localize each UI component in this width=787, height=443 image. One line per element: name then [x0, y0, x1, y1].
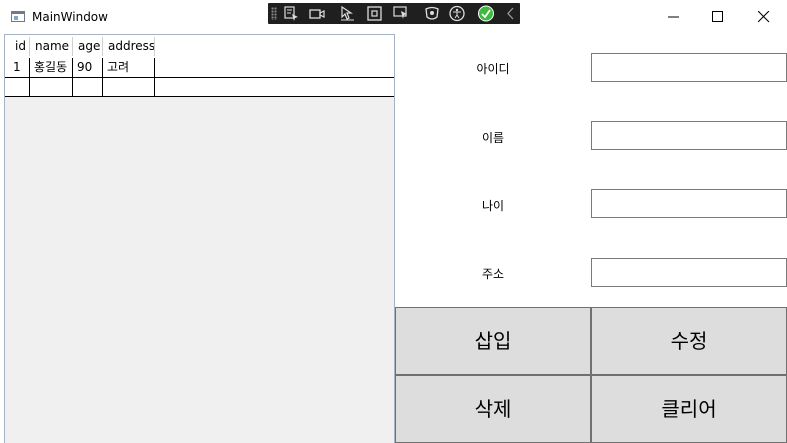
maximize-icon	[712, 11, 723, 22]
accessibility-checker-icon[interactable]	[423, 5, 441, 22]
column-header-age[interactable]: age	[72, 35, 100, 57]
cell-name[interactable]: 홍길동	[28, 58, 67, 76]
table-row[interactable]: 1 홍길동 90 고려	[5, 58, 394, 78]
update-button[interactable]: 수정	[591, 307, 787, 375]
cell-address[interactable]: 고려	[101, 58, 129, 76]
hot-reload-icon[interactable]	[392, 5, 410, 22]
column-header-id[interactable]: id	[9, 35, 26, 57]
age-field[interactable]	[591, 189, 787, 218]
cell-id[interactable]: 1	[7, 58, 21, 76]
id-field[interactable]	[591, 53, 787, 82]
grid-header: id name age address	[5, 35, 394, 59]
close-icon	[758, 11, 770, 23]
column-header-address[interactable]: address	[102, 35, 155, 57]
app-window-icon	[11, 11, 25, 22]
maximize-button[interactable]	[695, 0, 741, 34]
name-label: 이름	[481, 131, 505, 145]
toolbar-grip-icon[interactable]	[271, 7, 277, 20]
address-label: 주소	[481, 267, 505, 281]
age-label: 나이	[481, 199, 505, 213]
column-divider	[72, 58, 73, 96]
minimize-button[interactable]	[651, 0, 697, 34]
insert-button[interactable]: 삽입	[395, 307, 591, 375]
data-grid[interactable]: id name age address 1 홍길동 90 고려	[4, 34, 395, 443]
collapse-chevron-icon[interactable]	[502, 5, 520, 22]
new-item-row[interactable]	[5, 78, 394, 97]
address-field[interactable]	[591, 258, 787, 287]
delete-button[interactable]: 삭제	[395, 375, 591, 443]
name-field[interactable]	[591, 121, 787, 150]
window-title: MainWindow	[32, 10, 108, 24]
column-header-name[interactable]: name	[29, 35, 69, 57]
close-button[interactable]	[741, 0, 787, 34]
select-element-icon[interactable]	[282, 5, 300, 22]
display-layout-adorners-icon[interactable]	[339, 5, 357, 22]
clear-button[interactable]: 클리어	[591, 375, 787, 443]
video-icon[interactable]	[308, 5, 326, 22]
checkmark-icon[interactable]	[477, 5, 495, 22]
column-divider	[102, 58, 103, 96]
debug-toolbar	[268, 3, 520, 24]
column-divider	[29, 58, 30, 96]
minimize-icon	[668, 16, 679, 18]
title-bar: MainWindow	[0, 0, 787, 34]
accessibility-icon[interactable]	[448, 5, 466, 22]
track-focus-icon[interactable]	[366, 5, 384, 22]
cell-age[interactable]: 90	[71, 58, 92, 76]
id-label: 아이디	[476, 62, 510, 76]
column-divider	[154, 58, 155, 96]
